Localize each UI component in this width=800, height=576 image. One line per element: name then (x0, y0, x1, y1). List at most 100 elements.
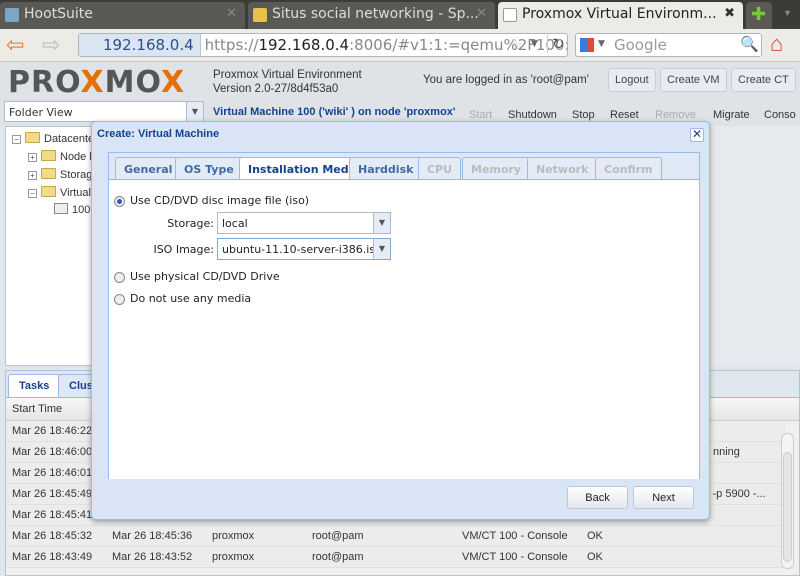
back-icon[interactable]: ⇦ (6, 32, 24, 58)
shutdown-button[interactable]: Shutdown (508, 109, 557, 121)
start-button[interactable]: Start (469, 109, 492, 121)
expand-icon[interactable]: + (28, 153, 37, 162)
scrollbar-thumb[interactable] (783, 452, 792, 562)
storage-label: Storage: (167, 217, 214, 230)
collapse-icon[interactable]: − (28, 189, 37, 198)
cell-status: nning (713, 446, 740, 458)
folder-icon (41, 168, 56, 179)
view-selector[interactable]: Folder View ▼ (4, 101, 204, 122)
chevron-down-icon[interactable]: ▼ (186, 102, 203, 121)
cell-status: l -p 5900 -... (707, 488, 766, 500)
create-ct-button[interactable]: Create CT (731, 68, 796, 92)
tree-item-vm-100[interactable]: 100 (54, 203, 90, 216)
forward-icon[interactable]: ⇨ (42, 32, 60, 58)
cell-start: Mar 26 18:46:00 (12, 446, 93, 458)
browser-tab-situs[interactable]: Situs social networking - Sp... ✕ (248, 2, 495, 29)
radio-iso-label[interactable]: Use CD/DVD disc image file (iso) (130, 194, 309, 207)
search-icon[interactable]: 🔍 (740, 35, 759, 53)
chevron-down-icon[interactable]: ▼ (373, 239, 390, 259)
tab-network: Network (527, 157, 598, 179)
tab-list-icon[interactable]: ▼ (783, 8, 792, 18)
cell-node: proxmox (212, 530, 255, 542)
browser-tab-hootsuite[interactable]: HootSuite ✕ (0, 2, 245, 29)
table-row[interactable]: Mar 26 18:45:32 Mar 26 18:45:36 proxmox roo… (6, 526, 786, 547)
dialog-title: Create: Virtual Machine (97, 128, 220, 140)
tab-general[interactable]: General (115, 157, 182, 179)
panel-title: Virtual Machine 100 ('wiki' ) on node 'p… (213, 106, 456, 118)
iso-image-label: ISO Image: (153, 243, 214, 256)
radio-physical-label[interactable]: Use physical CD/DVD Drive (130, 270, 280, 283)
radio-iso[interactable] (114, 196, 125, 207)
storage-value: local (222, 217, 248, 230)
search-input[interactable]: ▼ Google 🔍 (575, 33, 762, 57)
tab-memory: Memory (462, 157, 531, 179)
reload-icon[interactable]: ↻ (547, 35, 565, 53)
tab-os-type[interactable]: OS Type (175, 157, 243, 179)
home-icon[interactable]: ⌂ (770, 31, 783, 57)
browser-tab-proxmox[interactable]: Proxmox Virtual Environm... ✖ (498, 2, 743, 29)
reset-button[interactable]: Reset (610, 109, 639, 121)
console-button[interactable]: Conso (764, 109, 796, 121)
folder-icon (41, 186, 56, 197)
create-vm-button[interactable]: Create VM (660, 68, 727, 92)
cell-desc: VM/CT 100 - Console (462, 530, 568, 542)
wizard-tabs: General OS Type Installation Media Hardd… (108, 152, 700, 479)
url-input[interactable]: 192.168.0.4 https://192.168.0.4:8006/#v1:… (78, 33, 568, 57)
close-tab-icon[interactable]: ✖ (724, 6, 735, 21)
browser-tab-bar: HootSuite ✕ Situs social networking - Sp.… (0, 0, 800, 29)
cell-start: Mar 26 18:43:49 (12, 551, 93, 563)
back-button[interactable]: Back (567, 486, 628, 509)
cell-node: proxmox (212, 551, 255, 563)
folder-icon (25, 132, 40, 143)
tab-label: Situs social networking - Sp... (272, 6, 479, 22)
tree-item-virtual[interactable]: − Virtual (28, 186, 91, 199)
bookmark-star-icon[interactable]: ☆ (509, 36, 522, 54)
column-start-time[interactable]: Start Time (12, 403, 62, 415)
google-icon (580, 38, 594, 52)
folder-favicon (253, 8, 267, 22)
tree-item-storage[interactable]: + Storag (28, 168, 92, 181)
stop-button[interactable]: Stop (572, 109, 595, 121)
product-name: Proxmox Virtual Environment (213, 69, 362, 81)
storage-select[interactable]: local ▼ (217, 212, 391, 234)
scrollbar[interactable] (781, 433, 794, 569)
cell-desc: VM/CT 100 - Console (462, 551, 568, 563)
url-host: 192.168.0.4 (258, 36, 350, 54)
tree-label: Storag (60, 169, 93, 181)
tab-harddisk[interactable]: Harddisk (349, 157, 423, 179)
tab-cpu: CPU (418, 157, 462, 179)
hootsuite-favicon (5, 8, 19, 22)
close-tab-icon[interactable]: ✕ (226, 6, 237, 21)
tree-item-datacenter[interactable]: − Datacente (12, 132, 94, 145)
tab-confirm: Confirm (595, 157, 662, 179)
close-tab-icon[interactable]: ✕ (476, 6, 487, 21)
new-tab-button[interactable]: ✚ (746, 2, 772, 29)
radio-no-media[interactable] (114, 294, 125, 305)
view-selector-value: Folder View (9, 106, 73, 119)
history-dropdown-icon[interactable]: ▼ (531, 39, 538, 49)
proxmox-header: PROXMOX Proxmox Virtual Environment Versi… (0, 62, 800, 101)
radio-no-media-label[interactable]: Do not use any media (130, 292, 251, 305)
expand-icon[interactable]: + (28, 171, 37, 180)
cell-start: Mar 26 18:45:41 (12, 509, 93, 521)
iso-image-value: ubuntu-11.10-server-i386.iso (222, 243, 382, 256)
tree-item-nodes[interactable]: + Node li (28, 150, 94, 163)
tree-label: 100 (72, 204, 91, 216)
radio-physical-drive[interactable] (114, 272, 125, 283)
logout-button[interactable]: Logout (608, 68, 656, 92)
table-row[interactable]: Mar 26 18:43:49 Mar 26 18:43:52 proxmox roo… (6, 547, 786, 568)
engine-dropdown-icon[interactable]: ▼ (598, 39, 605, 49)
iso-image-select[interactable]: ubuntu-11.10-server-i386.iso ▼ (217, 238, 391, 260)
next-button[interactable]: Next (633, 486, 694, 509)
collapse-icon[interactable]: − (12, 135, 21, 144)
tab-tasks[interactable]: Tasks (8, 374, 61, 397)
cell-user: root@pam (312, 551, 364, 563)
product-info: Proxmox Virtual Environment Version 2.0-2… (213, 68, 362, 96)
site-identity-badge[interactable]: 192.168.0.4 (79, 34, 201, 56)
close-icon[interactable]: ✕ (690, 128, 704, 142)
migrate-button[interactable]: Migrate (713, 109, 750, 121)
cell-end: Mar 26 18:45:36 (112, 530, 193, 542)
create-vm-dialog: Create: Virtual Machine ✕ General OS Typ… (91, 121, 710, 520)
chevron-down-icon[interactable]: ▼ (373, 213, 390, 233)
remove-button[interactable]: Remove (655, 109, 696, 121)
